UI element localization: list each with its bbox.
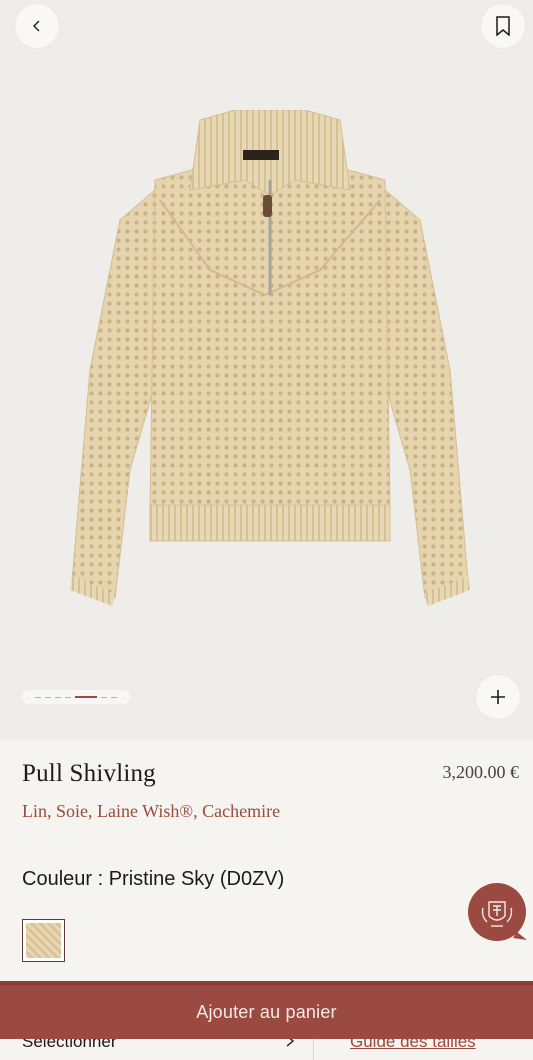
pagination-dot[interactable] (35, 696, 41, 698)
bookmark-button[interactable] (481, 4, 525, 48)
product-gallery[interactable] (0, 0, 533, 740)
product-title: Pull Shivling (22, 760, 156, 787)
pagination-dot[interactable] (101, 696, 107, 698)
divider (313, 1038, 314, 1060)
pagination-dot[interactable] (45, 696, 51, 698)
product-price: 3,200.00 € (442, 762, 520, 782)
plus-icon (491, 690, 505, 704)
product-image (70, 110, 470, 606)
pagination-dot[interactable] (65, 696, 71, 698)
chevron-left-icon (33, 20, 40, 32)
pagination-dot[interactable] (55, 696, 61, 698)
pagination-dot[interactable] (111, 696, 117, 698)
swatch-thumbnail (26, 923, 61, 958)
color-label: Couleur : Pristine Sky (D0ZV) (22, 868, 285, 890)
crest-chat-icon[interactable] (467, 882, 529, 944)
bookmark-icon (496, 16, 510, 36)
add-to-cart-label: Ajouter au panier (196, 1001, 337, 1022)
product-materials: Lin, Soie, Laine Wish®, Cachemire (22, 801, 281, 821)
color-swatch-selected[interactable] (22, 919, 65, 962)
back-button[interactable] (15, 4, 59, 48)
add-to-cart-button[interactable]: Ajouter au panier (0, 981, 533, 1039)
gallery-pagination[interactable] (22, 690, 130, 704)
pagination-dot-active[interactable] (75, 696, 97, 698)
zoom-button[interactable] (476, 675, 520, 719)
